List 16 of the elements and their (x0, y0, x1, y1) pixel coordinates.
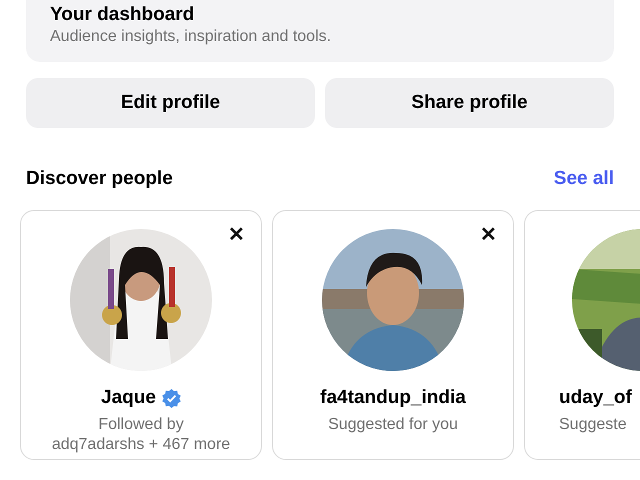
profile-button[interactable]: Edit profile (26, 78, 315, 128)
card-subtitle: Followed by (98, 415, 184, 435)
profile-button[interactable]: Share profile (325, 78, 614, 128)
dashboard-subtitle: Audience insights, inspiration and tools. (50, 28, 332, 46)
username: fa4tandup_india (320, 387, 466, 409)
username: Jaque (101, 387, 156, 409)
dashboard-card[interactable]: Your dashboard Audience insights, inspiration and tools. (26, 0, 614, 62)
see-all-link[interactable]: See all (554, 168, 614, 190)
close-button[interactable]: ✕ (478, 223, 499, 247)
card-subtitle: adq7adarshs + 467 more (52, 435, 230, 455)
card-subtitle: Suggested for you (328, 415, 458, 435)
username: uday_of (559, 387, 632, 409)
card-subtitle: Suggeste (559, 415, 627, 435)
section-title: Discover people (26, 168, 173, 190)
dashboard-title: Your dashboard (50, 4, 196, 26)
close-button[interactable]: ✕ (226, 223, 247, 247)
